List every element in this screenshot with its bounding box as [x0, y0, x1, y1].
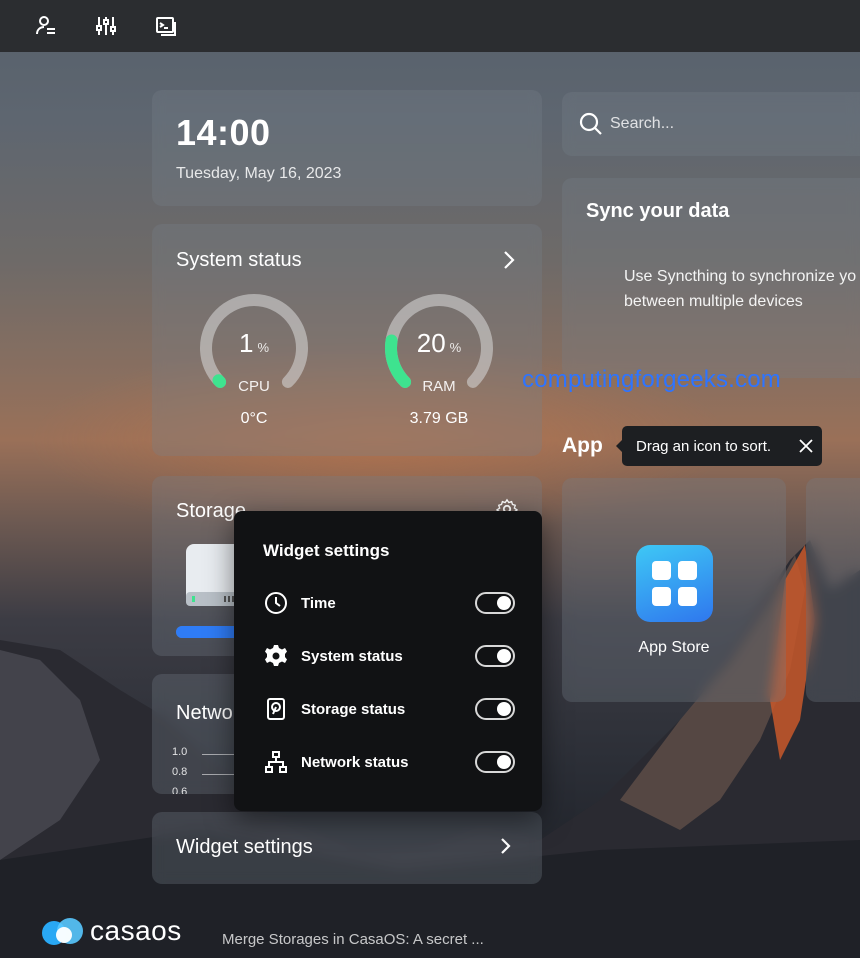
tooltip-text: Drag an icon to sort.	[636, 437, 772, 455]
clock-date: Tuesday, May 16, 2023	[176, 165, 342, 182]
time-toggle[interactable]	[475, 592, 515, 614]
casaos-logo: casaos	[40, 915, 182, 947]
network-icon	[263, 749, 289, 775]
top-bar	[0, 0, 860, 52]
chevron-right-icon	[501, 838, 511, 854]
clock-icon	[263, 590, 289, 616]
sync-description-line: between multiple devices	[624, 293, 803, 310]
widget-settings-popover: Widget settings Time System status Stora…	[234, 511, 542, 811]
sync-description: Use Syncthing to synchronize yo between …	[624, 264, 860, 314]
network-status-toggle[interactable]	[475, 751, 515, 773]
toggle-label: Time	[301, 594, 336, 612]
gear-icon	[263, 643, 289, 669]
storage-status-toggle[interactable]	[475, 698, 515, 720]
toggle-row-time: Time	[263, 588, 515, 618]
system-status-title: System status	[176, 249, 302, 271]
watermark-text: computingforgeeks.com	[522, 366, 781, 393]
network-axis-tick: 0.8	[172, 766, 188, 778]
toggle-label: Storage status	[301, 700, 406, 718]
news-ticker-link[interactable]: Merge Storages in CasaOS: A secret ...	[222, 931, 484, 948]
casaos-logo-icon	[42, 918, 83, 945]
app-store-icon	[636, 545, 713, 622]
ram-value: 20%	[416, 328, 462, 358]
casaos-logo-text: casaos	[90, 915, 182, 946]
widget-settings-label: Widget settings	[176, 836, 313, 858]
hard-disk-icon	[263, 696, 289, 722]
system-status-toggle[interactable]	[475, 645, 515, 667]
toggle-row-network-status: Network status	[263, 747, 515, 777]
app-section-heading: App	[562, 434, 603, 457]
app-tile[interactable]	[806, 478, 860, 702]
widget-settings-button[interactable]: Widget settings	[152, 812, 542, 884]
cpu-gauge: 1% CPU	[198, 292, 310, 404]
toggle-row-storage-status: Storage status	[263, 694, 515, 724]
search-input[interactable]	[610, 110, 860, 138]
clock-time: 14:00	[176, 112, 271, 153]
close-icon[interactable]	[790, 430, 822, 462]
ram-gauge: 20% RAM	[383, 292, 495, 404]
cpu-label: CPU	[238, 378, 270, 395]
sync-title: Sync your data	[586, 200, 730, 222]
popover-title: Widget settings	[263, 541, 390, 560]
settings-sliders-icon[interactable]	[92, 12, 120, 40]
app-tile-app-store[interactable]: App Store	[562, 478, 786, 702]
cpu-value: 1%	[238, 328, 270, 358]
search-icon	[579, 112, 602, 135]
toggle-row-system-status: System status	[263, 641, 515, 671]
footer: casaos Merge Storages in CasaOS: A secre…	[0, 905, 860, 958]
chevron-right-icon[interactable]	[500, 248, 518, 272]
network-axis-tick: 1.0	[172, 746, 188, 758]
ram-used: 3.79 GB	[409, 410, 469, 427]
system-status-widget: System status 1% CPU 0°C 20% RAM 3.79 GB	[152, 224, 542, 456]
account-icon[interactable]	[32, 12, 60, 40]
sort-hint-tooltip: Drag an icon to sort.	[616, 426, 822, 466]
cpu-temperature: 0°C	[240, 410, 268, 427]
network-axis-tick: 0.6	[172, 786, 188, 794]
search-box	[562, 92, 860, 156]
terminal-icon[interactable]	[152, 12, 180, 40]
toggle-label: Network status	[301, 753, 409, 771]
ram-label: RAM	[422, 378, 456, 395]
sync-description-line: Use Syncthing to synchronize yo	[624, 268, 857, 285]
toggle-label: System status	[301, 647, 403, 665]
sync-data-card[interactable]: Sync your data Use Syncthing to synchron…	[562, 178, 860, 378]
time-widget: 14:00 Tuesday, May 16, 2023	[152, 90, 542, 206]
app-name: App Store	[638, 639, 710, 656]
